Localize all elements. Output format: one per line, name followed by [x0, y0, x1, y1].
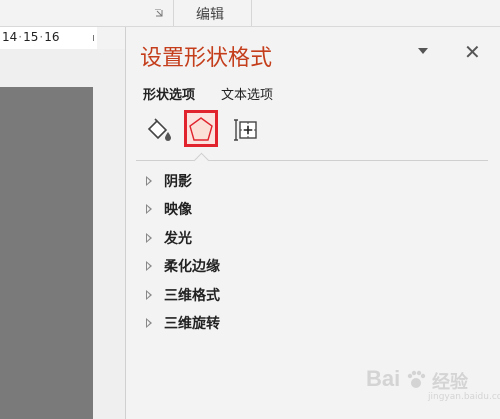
section-label: 发光: [164, 231, 192, 247]
ruler-marks: 14·15·16: [2, 30, 60, 44]
section-label: 三维旋转: [164, 316, 220, 332]
fill-line-icon[interactable]: [143, 114, 175, 146]
size-properties-icon[interactable]: [229, 114, 261, 146]
effects-pentagon-icon[interactable]: [185, 114, 217, 146]
watermark: Bai 经验 jingyan.baidu.com: [340, 362, 500, 402]
expand-triangle-icon: [146, 176, 152, 186]
ruler-mark: 15: [23, 30, 39, 44]
selected-indicator-notch: [193, 152, 210, 169]
tab-shape-options[interactable]: 形状选项: [143, 84, 195, 103]
close-icon[interactable]: ✕: [464, 40, 481, 64]
horizontal-ruler[interactable]: 14·15·16: [0, 27, 97, 49]
ruler-tick: [93, 35, 94, 41]
expand-triangle-icon: [146, 233, 152, 243]
section-label: 阴影: [164, 174, 192, 190]
ribbon-group-editing[interactable]: 编辑: [196, 4, 224, 24]
pane-divider: [136, 160, 488, 161]
ribbon-separator: [173, 0, 174, 26]
expand-triangle-icon: [146, 204, 152, 214]
ruler-mark: 16: [44, 30, 60, 44]
watermark-text-cn: 经验: [432, 372, 468, 393]
pane-options-dropdown-icon[interactable]: [418, 48, 428, 54]
expand-triangle-icon: [146, 318, 152, 328]
watermark-url: jingyan.baidu.com: [428, 392, 500, 402]
paw-logo-icon: [407, 370, 426, 388]
format-shape-pane: 设置形状格式 ✕ 形状选项 文本选项 阴影 映像 发光 柔化边缘 三维格式 三维…: [126, 27, 500, 419]
pane-title: 设置形状格式: [140, 46, 273, 71]
ribbon-separator: [251, 0, 252, 26]
expand-triangle-icon: [146, 290, 152, 300]
section-label: 三维格式: [164, 288, 220, 304]
ribbon-strip: 编辑: [0, 0, 500, 27]
section-label: 柔化边缘: [164, 259, 220, 275]
tab-text-options[interactable]: 文本选项: [221, 84, 273, 103]
expand-triangle-icon: [146, 261, 152, 271]
dialog-launcher-icon[interactable]: [155, 9, 163, 17]
watermark-text: Bai: [366, 366, 401, 391]
ruler-mark: 14: [2, 30, 18, 44]
slide-canvas[interactable]: [0, 87, 93, 419]
section-label: 映像: [164, 202, 192, 218]
